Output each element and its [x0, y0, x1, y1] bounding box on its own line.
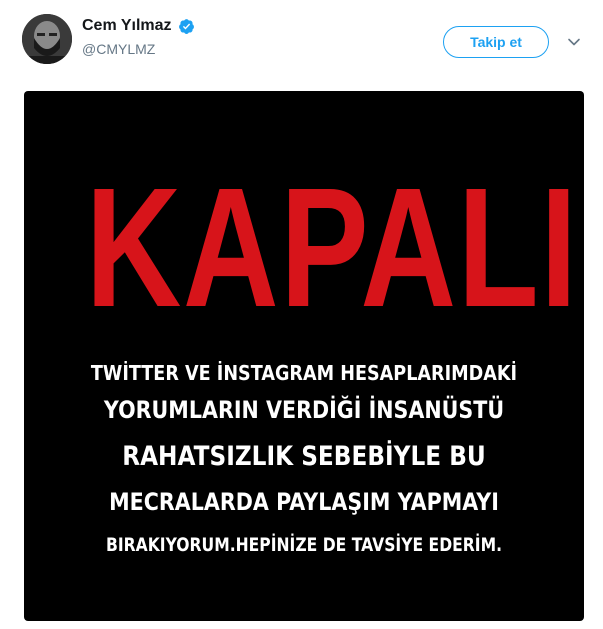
media-message-line: YORUMLARIN VERDİĞİ İNSANÜSTÜ — [103, 396, 505, 424]
user-info: Cem Yılmaz @CMYLMZ — [82, 16, 195, 58]
display-name-row[interactable]: Cem Yılmaz — [82, 16, 195, 36]
media-message-line: RAHATSIZLIK SEBEBİYLE BU — [122, 441, 486, 472]
media-message-line: MECRALARDA PAYLAŞIM YAPMAYI — [109, 488, 499, 516]
user-handle[interactable]: @CMYLMZ — [82, 40, 195, 58]
media-headline: KAPALI — [85, 153, 579, 343]
avatar[interactable] — [22, 14, 72, 64]
media-message-line: TWİTTER VE İNSTAGRAM HESAPLARIMDAKİ — [90, 361, 518, 385]
tweet-media-image[interactable]: KAPALI TWİTTER VE İNSTAGRAM HESAPLARIMDA… — [24, 91, 584, 621]
chevron-down-icon[interactable] — [566, 34, 582, 50]
follow-button[interactable]: Takip et — [443, 26, 549, 58]
verified-badge-icon — [178, 18, 195, 35]
tweet-header: Cem Yılmaz @CMYLMZ Takip et — [0, 0, 603, 80]
avatar-image — [22, 14, 72, 64]
display-name[interactable]: Cem Yılmaz — [82, 16, 172, 36]
media-message-line: BIRAKIYORUM.HEPİNİZE DE TAVSİYE EDERİM. — [105, 534, 503, 556]
